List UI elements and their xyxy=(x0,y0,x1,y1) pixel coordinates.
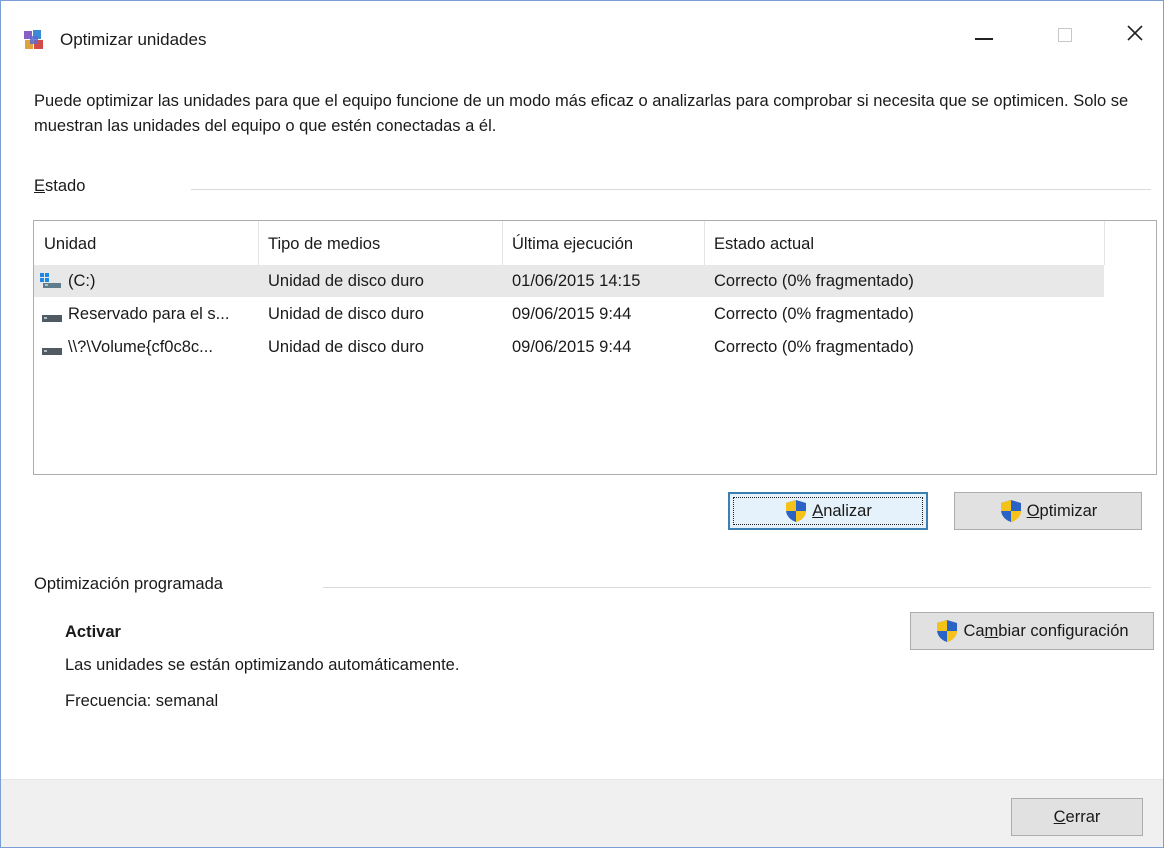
drive-unit: Reservado para el s... xyxy=(68,305,230,323)
drive-media: Unidad de disco duro xyxy=(268,338,424,356)
uac-shield-icon xyxy=(1000,500,1021,522)
optimize-button[interactable]: Optimizar xyxy=(954,492,1142,530)
drive-icon xyxy=(42,343,62,361)
schedule-state: Activar xyxy=(65,623,121,641)
drive-status: Correcto (0% fragmentado) xyxy=(714,272,914,290)
close-button[interactable]: Cerrar xyxy=(1011,798,1143,836)
optimize-drives-window: Optimizar unidades Puede optimizar las u… xyxy=(0,0,1164,848)
change-settings-label: Cambiar configuración xyxy=(963,621,1129,640)
column-header-last-run[interactable]: Última ejecución xyxy=(502,221,704,265)
window-title: Optimizar unidades xyxy=(60,30,207,49)
column-header-unit[interactable]: Unidad xyxy=(34,221,258,265)
status-label-access-key: E xyxy=(34,177,46,195)
drive-last-run: 01/06/2015 14:15 xyxy=(512,272,641,290)
column-header-media[interactable]: Tipo de medios xyxy=(258,221,502,265)
drive-list[interactable]: Unidad Tipo de medios Última ejecución E… xyxy=(33,220,1157,475)
drive-last-run: 09/06/2015 9:44 xyxy=(512,338,632,356)
drive-media: Unidad de disco duro xyxy=(268,305,424,323)
schedule-frequency: Frecuencia: semanal xyxy=(65,692,219,710)
scheduled-divider xyxy=(323,587,1151,588)
title-bar: Optimizar unidades xyxy=(1,1,1163,73)
uac-shield-icon xyxy=(786,500,807,522)
schedule-info: Las unidades se están optimizando automá… xyxy=(65,656,460,674)
optimize-label: Optimizar xyxy=(1026,501,1098,520)
list-header: Unidad Tipo de medios Última ejecución E… xyxy=(34,221,1156,265)
change-settings-button[interactable]: Cambiar configuración xyxy=(910,612,1154,650)
minimize-button[interactable] xyxy=(961,15,1007,55)
drive-unit: (C:) xyxy=(68,272,96,290)
analyze-button[interactable]: Analizar xyxy=(728,492,928,530)
column-separator xyxy=(1104,221,1105,265)
drive-row[interactable]: (C:) Unidad de disco duro 01/06/2015 14:… xyxy=(34,265,1104,297)
close-window-button[interactable] xyxy=(1111,15,1157,55)
defrag-app-icon xyxy=(23,29,45,51)
column-header-status[interactable]: Estado actual xyxy=(704,221,1104,265)
analyze-label: Analizar xyxy=(812,501,872,520)
drive-icon xyxy=(42,310,62,328)
drive-status: Correcto (0% fragmentado) xyxy=(714,338,914,356)
status-divider xyxy=(191,189,1151,190)
maximize-button[interactable] xyxy=(1041,15,1087,55)
drive-last-run: 09/06/2015 9:44 xyxy=(512,305,632,323)
windows-drive-icon xyxy=(40,273,62,294)
drive-row[interactable]: \\?\Volume{cf0c8c... Unidad de disco dur… xyxy=(34,331,1104,363)
footer-bar: Cerrar xyxy=(1,779,1163,847)
drive-unit: \\?\Volume{cf0c8c... xyxy=(68,338,213,356)
close-label: Cerrar xyxy=(1053,807,1101,826)
description-text: Puede optimizar las unidades para que el… xyxy=(34,92,1129,135)
close-icon xyxy=(1127,25,1143,41)
status-section-label: Estado xyxy=(34,177,85,196)
uac-shield-icon xyxy=(937,620,958,642)
drive-row[interactable]: Reservado para el s... Unidad de disco d… xyxy=(34,298,1104,330)
drive-status: Correcto (0% fragmentado) xyxy=(714,305,914,323)
status-label-rest: stado xyxy=(45,177,86,195)
scheduled-section-label: Optimización programada xyxy=(34,575,223,593)
drive-media: Unidad de disco duro xyxy=(268,272,424,290)
